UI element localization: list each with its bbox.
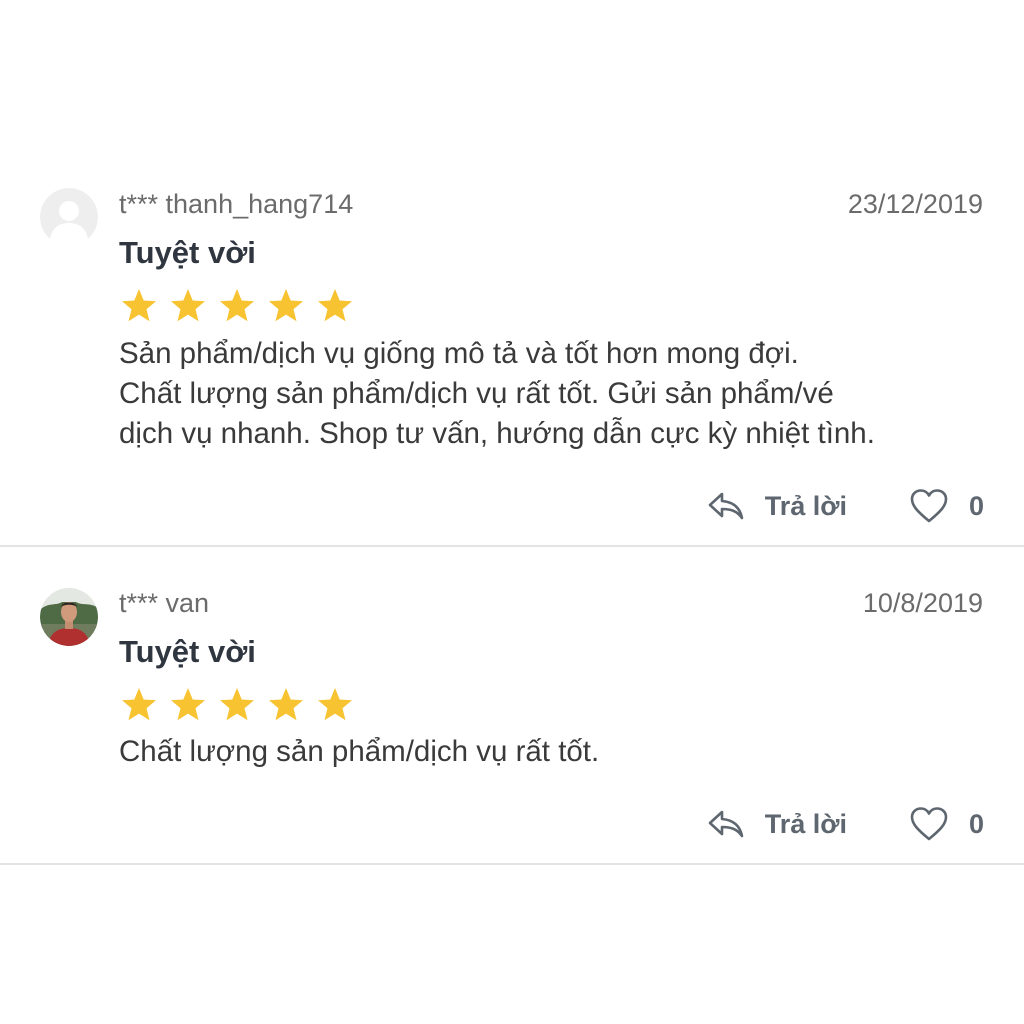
reply-button[interactable]: Trả lời [707, 491, 847, 522]
review-divider [0, 545, 1024, 547]
review-actions: Trả lời 0 [707, 804, 984, 844]
reply-label: Trả lời [764, 808, 847, 839]
reply-label: Trả lời [764, 490, 847, 521]
star-rating [119, 685, 364, 725]
star-icon [217, 685, 257, 725]
star-icon [119, 685, 159, 725]
review-date: 10/8/2019 [862, 588, 983, 618]
review-item: t*** van 10/8/2019 Tuyệt vời Chất lượng … [0, 548, 1024, 866]
heart-icon [909, 806, 949, 842]
star-icon [168, 286, 208, 326]
star-icon [266, 685, 306, 725]
star-icon [315, 685, 355, 725]
comment-line: Chất lượng sản phẩm/dịch vụ rất tốt. [119, 735, 600, 768]
like-count: 0 [968, 490, 984, 521]
reply-icon [707, 491, 745, 521]
comment-line: Chất lượng sản phẩm/dịch vụ rất tốt. Gửi… [119, 377, 834, 410]
like-count: 0 [968, 808, 984, 839]
comment-line: dịch vụ nhanh. Shop tư vấn, hướng dẫn cự… [119, 417, 875, 450]
review-title: Tuyệt vời [119, 235, 256, 270]
like-button[interactable]: 0 [909, 806, 984, 842]
avatar[interactable] [40, 588, 98, 646]
reviewer-username: t*** van [119, 588, 210, 618]
review-comment: Chất lượng sản phẩm/dịch vụ rất tốt. [119, 732, 999, 772]
comment-line: Sản phẩm/dịch vụ giống mô tả và tốt hơn … [119, 337, 799, 370]
review-date: 23/12/2019 [847, 189, 983, 219]
default-avatar-icon [40, 188, 98, 246]
review-item: t*** thanh_hang714 23/12/2019 Tuyệt vời … [0, 0, 1024, 548]
star-icon [119, 286, 159, 326]
review-divider [0, 863, 1024, 865]
star-icon [315, 286, 355, 326]
review-title: Tuyệt vời [119, 634, 256, 669]
heart-icon [909, 488, 949, 524]
user-photo [40, 588, 98, 646]
review-comment: Sản phẩm/dịch vụ giống mô tả và tốt hơn … [119, 334, 999, 454]
avatar[interactable] [40, 188, 98, 246]
star-icon [217, 286, 257, 326]
star-rating [119, 286, 364, 326]
reply-icon [707, 809, 745, 839]
star-icon [168, 685, 208, 725]
reply-button[interactable]: Trả lời [707, 809, 847, 840]
like-button[interactable]: 0 [909, 488, 984, 524]
review-actions: Trả lời 0 [707, 486, 984, 526]
reviewer-username: t*** thanh_hang714 [119, 189, 354, 219]
star-icon [266, 286, 306, 326]
